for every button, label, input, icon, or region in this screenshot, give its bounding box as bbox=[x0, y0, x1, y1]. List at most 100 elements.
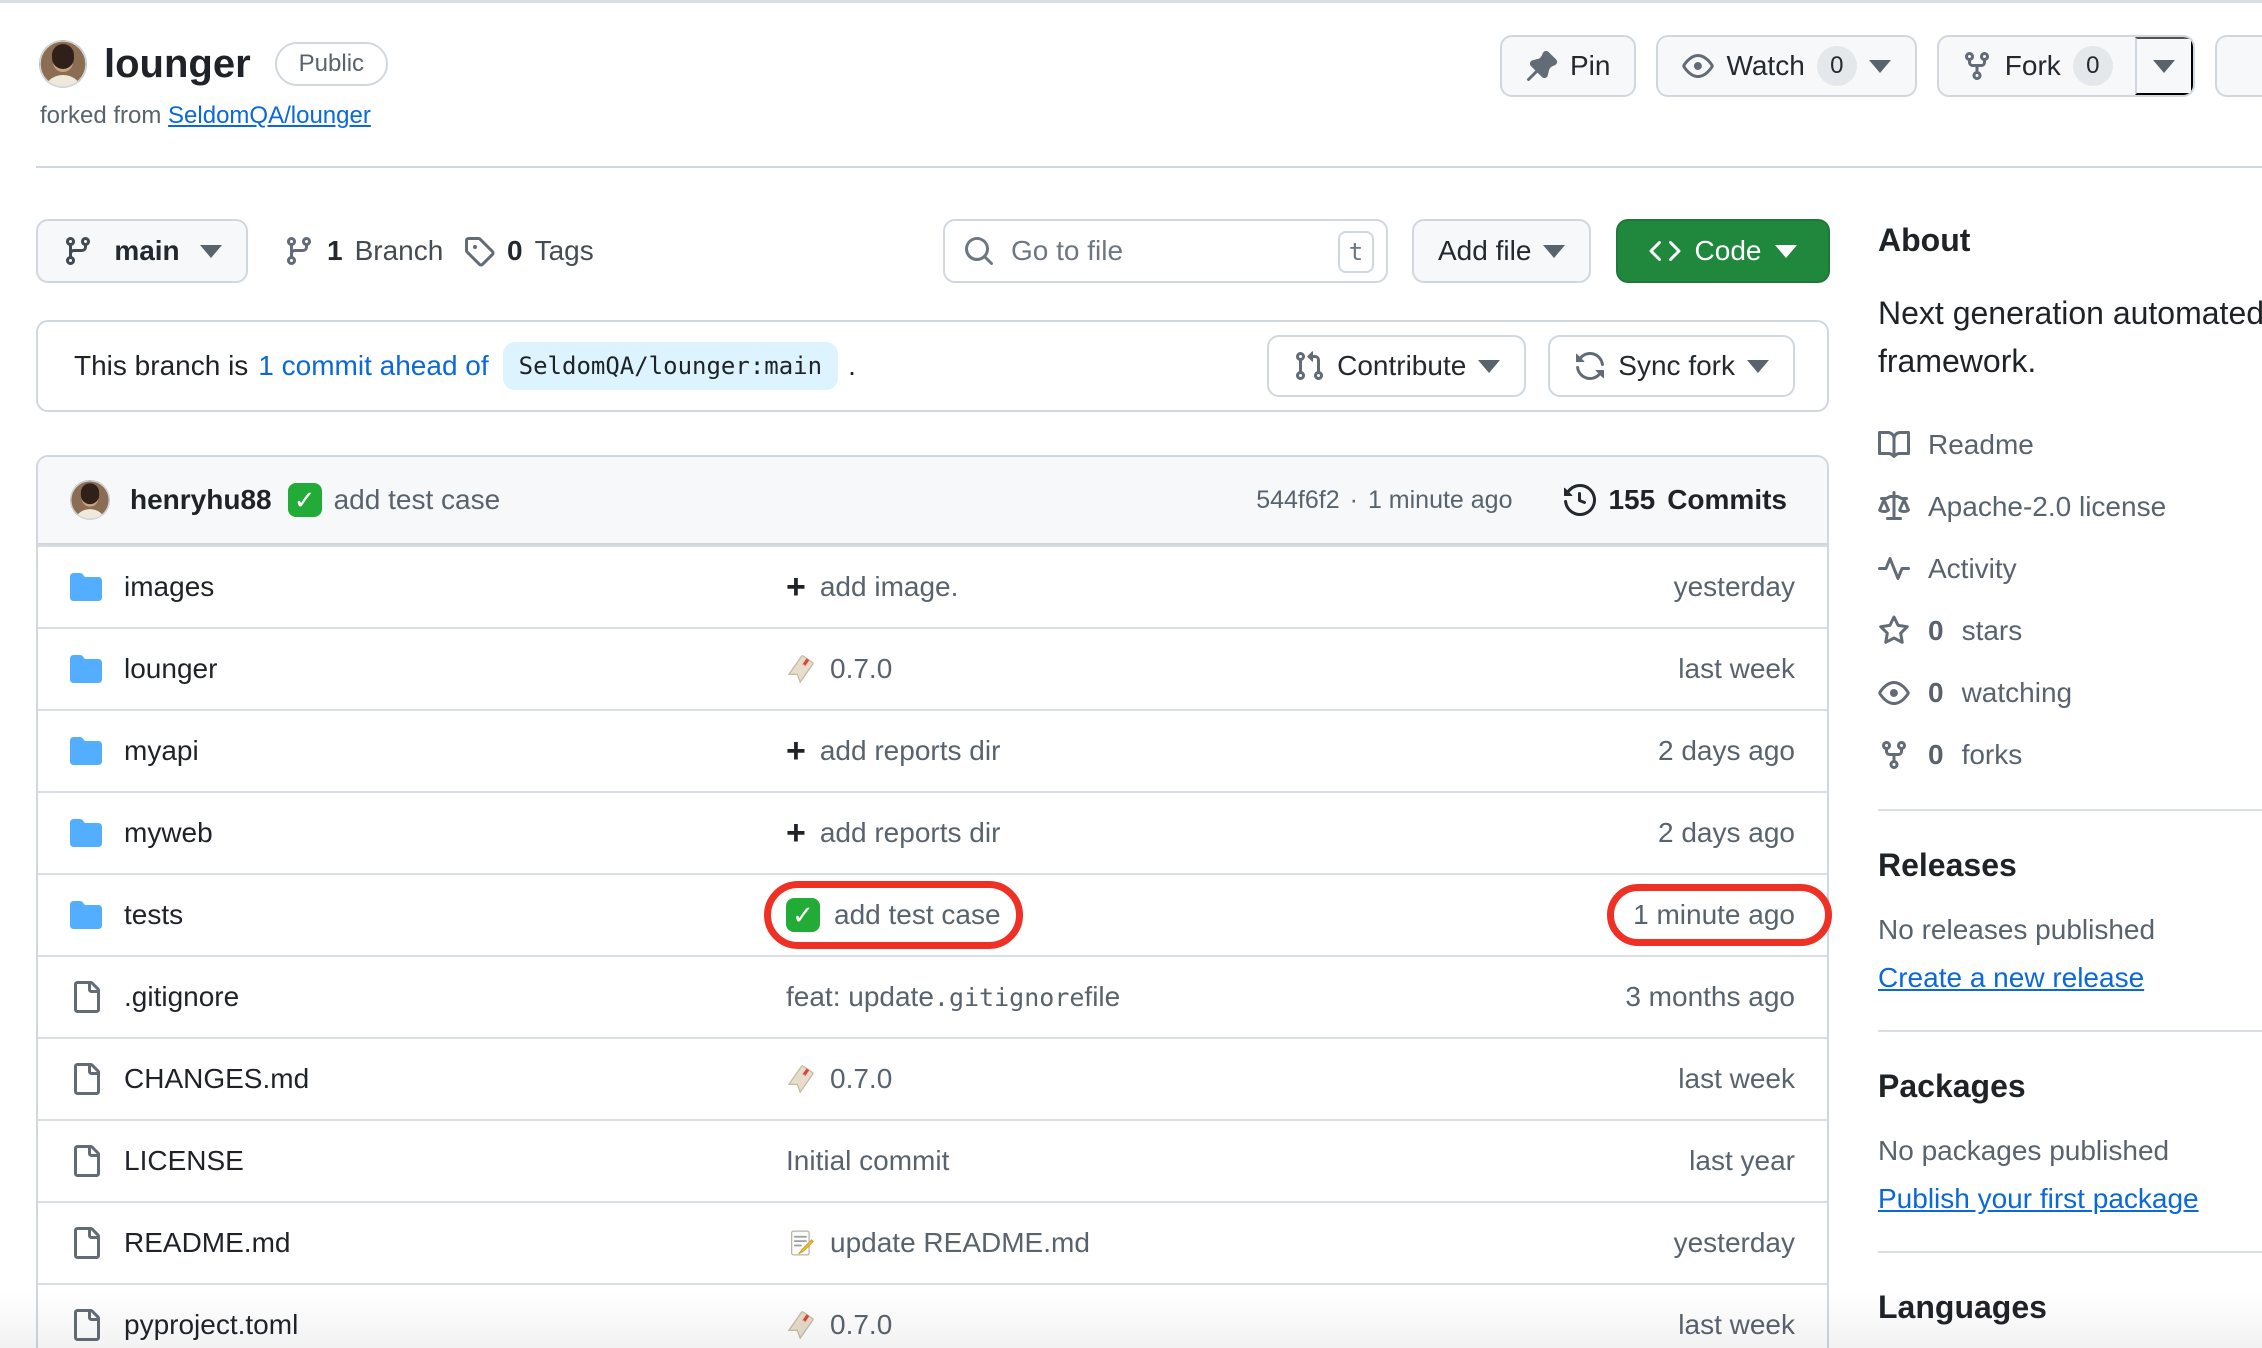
sidebar-divider bbox=[1878, 1030, 2262, 1032]
file-name-link[interactable]: images bbox=[124, 571, 214, 603]
packages-empty-text: No packages published bbox=[1878, 1135, 2262, 1167]
file-name-link[interactable]: lounger bbox=[124, 653, 217, 685]
watch-count: 0 bbox=[1817, 46, 1857, 86]
repo-title[interactable]: lounger bbox=[104, 42, 251, 87]
commit-message-link[interactable]: + add reports dir bbox=[786, 816, 1000, 850]
add-file-button[interactable]: Add file bbox=[1412, 219, 1591, 283]
search-input[interactable] bbox=[943, 219, 1388, 283]
search-icon bbox=[963, 235, 995, 267]
file-name-link[interactable]: tests bbox=[124, 899, 183, 931]
commits-ahead-link[interactable]: 1 commit ahead of bbox=[258, 350, 488, 382]
header-divider bbox=[36, 166, 2262, 168]
tag-count: 0 bbox=[507, 235, 523, 267]
repo-page: lounger Public forked from SeldomQA/loun… bbox=[0, 0, 2262, 1348]
commit-message-link[interactable]: + add image. bbox=[786, 570, 958, 604]
branch-selector-button[interactable]: main bbox=[36, 219, 248, 283]
table-row[interactable]: LICENSE Initial commit last year bbox=[38, 1119, 1827, 1201]
row-message: 0.7.0 bbox=[830, 653, 892, 685]
file-name-link[interactable]: .gitignore bbox=[124, 981, 239, 1013]
commit-message-link[interactable]: 0.7.0 bbox=[786, 653, 892, 685]
sidebar-divider bbox=[1878, 809, 2262, 811]
sidebar-item-forks[interactable]: 0 forks bbox=[1878, 737, 2262, 773]
commit-date[interactable]: last year bbox=[1689, 1145, 1795, 1177]
table-row[interactable]: .gitignore feat: update .gitignore file … bbox=[38, 955, 1827, 1037]
fork-button-group: Fork 0 bbox=[1937, 35, 2195, 97]
file-name-link[interactable]: README.md bbox=[124, 1227, 290, 1259]
commit-date[interactable]: last week bbox=[1678, 1309, 1795, 1341]
commits-count: 155 bbox=[1608, 484, 1655, 516]
git-branch-icon bbox=[62, 235, 94, 267]
branch-status-text: This branch is bbox=[74, 350, 248, 382]
packages-title: Packages bbox=[1878, 1068, 2262, 1105]
dot-separator: · bbox=[1350, 486, 1358, 515]
file-name-link[interactable]: CHANGES.md bbox=[124, 1063, 309, 1095]
code-button[interactable]: Code bbox=[1616, 219, 1830, 283]
sidebar-item-activity[interactable]: Activity bbox=[1878, 551, 2262, 587]
file-name-link[interactable]: myapi bbox=[124, 735, 199, 767]
commit-sha[interactable]: 544f6f2 bbox=[1256, 486, 1339, 515]
commit-message-link[interactable]: feat: update .gitignore file bbox=[786, 981, 1120, 1013]
fork-icon bbox=[1878, 739, 1910, 771]
row-message: 0.7.0 bbox=[830, 1309, 892, 1341]
commit-message-link[interactable]: Initial commit bbox=[786, 1145, 949, 1177]
commit-message-link[interactable]: add test case bbox=[334, 484, 501, 516]
branches-link[interactable]: 1 Branch bbox=[283, 219, 443, 283]
sync-icon bbox=[1574, 350, 1606, 382]
commit-date[interactable]: 3 months ago bbox=[1625, 981, 1795, 1013]
sidebar-item-watching[interactable]: 0 watching bbox=[1878, 675, 2262, 711]
sidebar-item-stars[interactable]: 0 stars bbox=[1878, 613, 2262, 649]
commits-label: Commits bbox=[1667, 484, 1787, 516]
commit-date[interactable]: 2 days ago bbox=[1658, 817, 1795, 849]
commit-message-link[interactable]: 0.7.0 bbox=[786, 1309, 892, 1341]
commit-message-link[interactable]: + add reports dir bbox=[786, 734, 1000, 768]
tags-link[interactable]: 0 Tags bbox=[463, 219, 594, 283]
commit-message-link[interactable]: ✓ add test case bbox=[786, 898, 1001, 932]
file-name-link[interactable]: myweb bbox=[124, 817, 213, 849]
commit-author[interactable]: henryhu88 bbox=[130, 484, 272, 516]
commit-date[interactable]: yesterday bbox=[1674, 1227, 1795, 1259]
table-row[interactable]: myapi + add reports dir 2 days ago bbox=[38, 709, 1827, 791]
commit-message-link[interactable]: update README.md bbox=[786, 1227, 1090, 1259]
chevron-down-icon bbox=[1869, 60, 1891, 73]
row-message: update README.md bbox=[830, 1227, 1090, 1259]
commit-date[interactable]: last week bbox=[1678, 1063, 1795, 1095]
file-name-link[interactable]: pyproject.toml bbox=[124, 1309, 298, 1341]
star-button[interactable] bbox=[2215, 35, 2262, 97]
avatar-image bbox=[39, 40, 87, 88]
contribute-button[interactable]: Contribute bbox=[1267, 335, 1526, 397]
top-divider bbox=[0, 0, 2262, 3]
file-icon bbox=[70, 981, 102, 1013]
owner-avatar[interactable] bbox=[39, 40, 87, 88]
history-link[interactable]: 155 Commits bbox=[1564, 484, 1787, 516]
table-row[interactable]: README.md update README.md yesterday bbox=[38, 1201, 1827, 1283]
watch-button[interactable]: Watch 0 bbox=[1656, 35, 1916, 97]
plus-emoji: + bbox=[786, 734, 806, 768]
row-message: add reports dir bbox=[820, 735, 1001, 767]
create-release-link[interactable]: Create a new release bbox=[1878, 962, 2144, 994]
table-row[interactable]: pyproject.toml 0.7.0 last week bbox=[38, 1283, 1827, 1348]
chevron-down-icon bbox=[1747, 360, 1769, 373]
table-row[interactable]: CHANGES.md 0.7.0 last week bbox=[38, 1037, 1827, 1119]
commit-date[interactable]: yesterday bbox=[1674, 571, 1795, 603]
sync-fork-button[interactable]: Sync fork bbox=[1548, 335, 1795, 397]
forked-from-link[interactable]: SeldomQA/lounger bbox=[168, 102, 371, 129]
file-name-link[interactable]: LICENSE bbox=[124, 1145, 244, 1177]
fork-dropdown-button[interactable] bbox=[2135, 37, 2193, 95]
forks-count: 0 bbox=[1928, 739, 1944, 771]
commit-author-avatar[interactable] bbox=[70, 480, 110, 520]
table-row[interactable]: myweb + add reports dir 2 days ago bbox=[38, 791, 1827, 873]
table-row[interactable]: lounger 0.7.0 last week bbox=[38, 627, 1827, 709]
publish-package-link[interactable]: Publish your first package bbox=[1878, 1183, 2199, 1215]
sidebar-item-license[interactable]: Apache-2.0 license bbox=[1878, 489, 2262, 525]
sidebar-item-readme[interactable]: Readme bbox=[1878, 427, 2262, 463]
table-row[interactable]: images + add image. yesterday bbox=[38, 545, 1827, 627]
commit-date[interactable]: 2 days ago bbox=[1658, 735, 1795, 767]
pin-button[interactable]: Pin bbox=[1500, 35, 1636, 97]
commit-date[interactable]: 1 minute ago bbox=[1633, 899, 1795, 931]
commit-date[interactable]: last week bbox=[1678, 653, 1795, 685]
forked-from-line: forked from SeldomQA/lounger bbox=[40, 102, 371, 130]
go-to-file-search: t bbox=[943, 219, 1388, 283]
fork-button[interactable]: Fork 0 bbox=[1939, 37, 2135, 95]
table-row[interactable]: tests ✓ add test case 1 minute ago bbox=[38, 873, 1827, 955]
commit-message-link[interactable]: 0.7.0 bbox=[786, 1063, 892, 1095]
